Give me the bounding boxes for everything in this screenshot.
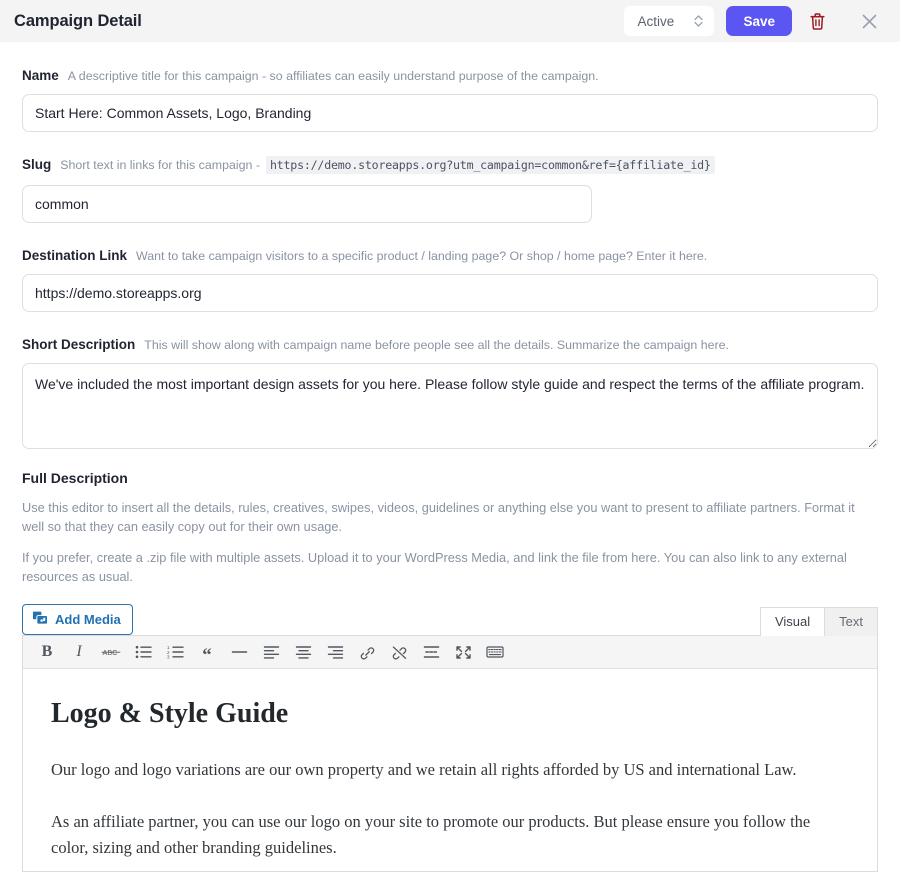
trash-icon[interactable] <box>802 6 832 36</box>
horizontal-rule-icon[interactable] <box>223 640 255 665</box>
strikethrough-icon[interactable]: ABC <box>95 640 127 665</box>
window-header: Campaign Detail Active Save <box>0 0 900 42</box>
field-slug: Slug Short text in links for this campai… <box>22 156 878 223</box>
campaign-form: Name A descriptive title for this campai… <box>0 68 900 872</box>
field-slug-label: Slug <box>22 157 52 172</box>
tab-text[interactable]: Text <box>824 607 878 636</box>
field-name-help: A descriptive title for this campaign - … <box>67 69 599 83</box>
rich-text-editor: B I ABC 1 2 3 “ Logo & Style Guide Our l… <box>22 635 878 872</box>
field-destination-label: Destination Link <box>22 248 128 263</box>
editor-paragraph-2: As an affiliate partner, you can use our… <box>51 811 811 857</box>
media-icon <box>32 610 48 629</box>
fullscreen-icon[interactable] <box>447 640 479 665</box>
close-icon[interactable] <box>854 6 884 36</box>
blockquote-icon[interactable]: “ <box>191 640 223 665</box>
italic-icon[interactable]: I <box>63 640 95 665</box>
campaign-status-select[interactable]: Active <box>624 6 715 36</box>
field-slug-help: Short text in links for this campaign - <box>60 158 260 172</box>
unlink-icon[interactable] <box>383 640 415 665</box>
editor-heading: Logo & Style Guide <box>51 698 289 729</box>
field-short-description: Short Description This will show along w… <box>22 337 878 449</box>
numbered-list-icon[interactable]: 1 2 3 <box>159 640 191 665</box>
slug-input[interactable] <box>22 185 592 223</box>
field-destination: Destination Link Want to take campaign v… <box>22 248 878 312</box>
campaign-status-value: Active <box>637 13 675 29</box>
editor-top-bar: Add Media Visual Text <box>22 604 878 636</box>
short-description-textarea[interactable] <box>22 363 878 449</box>
field-name-labelrow: Name A descriptive title for this campai… <box>22 68 878 83</box>
editor-content-area[interactable]: Logo & Style Guide Our logo and logo var… <box>23 669 877 871</box>
editor-mode-tabs: Visual Text <box>759 606 878 636</box>
bulleted-list-icon[interactable] <box>127 640 159 665</box>
editor-toolbar: B I ABC 1 2 3 “ <box>23 636 877 669</box>
editor-paragraph-1: Our logo and logo variations are our own… <box>51 759 797 779</box>
field-name: Name A descriptive title for this campai… <box>22 68 878 132</box>
field-short-description-labelrow: Short Description This will show along w… <box>22 337 878 352</box>
add-media-button[interactable]: Add Media <box>22 604 133 635</box>
save-button[interactable]: Save <box>726 6 792 36</box>
destination-link-input[interactable] <box>22 274 878 312</box>
header-actions: Active Save <box>624 6 886 36</box>
read-more-icon[interactable] <box>415 640 447 665</box>
align-right-icon[interactable] <box>319 640 351 665</box>
field-name-label: Name <box>22 68 59 83</box>
field-destination-labelrow: Destination Link Want to take campaign v… <box>22 248 878 263</box>
bold-icon[interactable]: B <box>31 640 63 665</box>
chevron-updown-icon <box>693 13 704 29</box>
svg-text:3: 3 <box>167 655 170 660</box>
field-destination-help: Want to take campaign visitors to a spec… <box>136 249 708 263</box>
slug-url-preview: https://demo.storeapps.org?utm_campaign=… <box>265 156 715 174</box>
field-full-description: Full Description Use this editor to inse… <box>22 470 878 586</box>
field-short-description-help: This will show along with campaign name … <box>144 338 730 352</box>
field-short-description-label: Short Description <box>22 337 136 352</box>
tab-visual[interactable]: Visual <box>759 607 826 636</box>
full-description-help-2: If you prefer, create a .zip file with m… <box>22 550 847 584</box>
page-title: Campaign Detail <box>14 11 142 30</box>
full-description-label: Full Description <box>22 470 128 486</box>
toolbar-toggle-icon[interactable] <box>479 640 511 665</box>
full-description-help-1: Use this editor to insert all the detail… <box>22 500 855 534</box>
field-slug-labelrow: Slug Short text in links for this campai… <box>22 156 878 174</box>
add-media-label: Add Media <box>55 612 121 627</box>
name-input[interactable] <box>22 94 878 132</box>
align-center-icon[interactable] <box>287 640 319 665</box>
align-left-icon[interactable] <box>255 640 287 665</box>
link-icon[interactable] <box>351 640 383 665</box>
